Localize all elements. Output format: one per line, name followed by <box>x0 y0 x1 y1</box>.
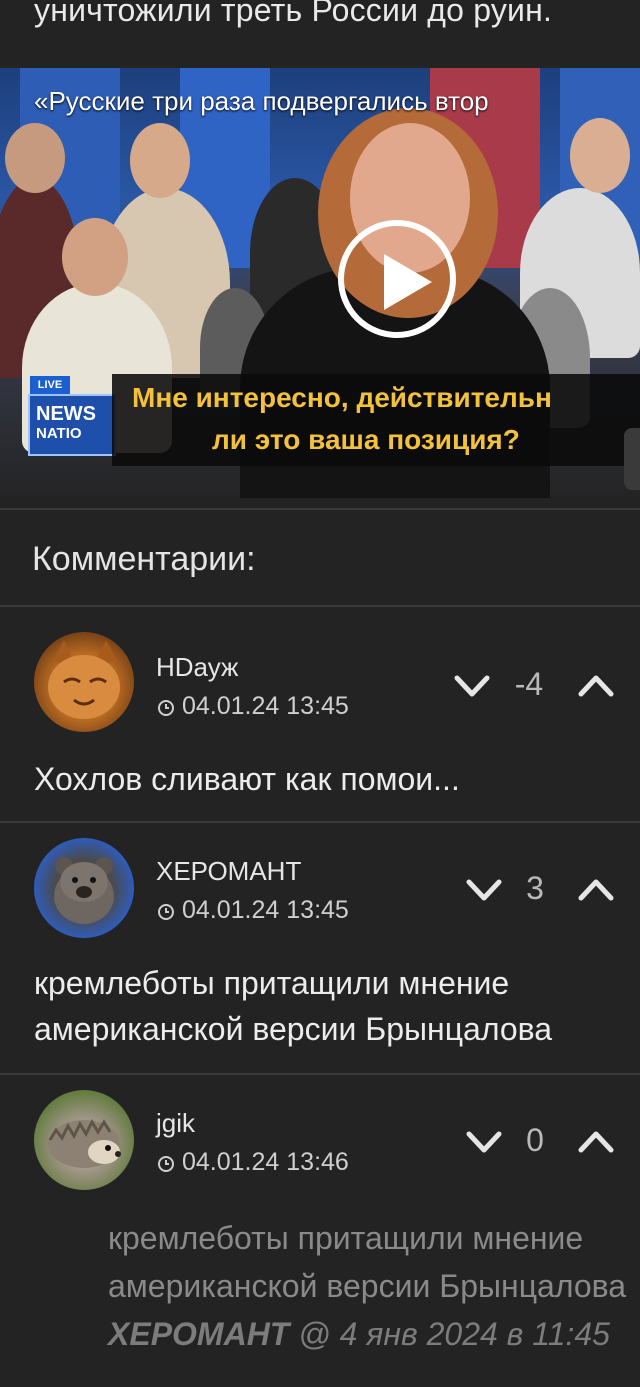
comment-username[interactable]: jgik <box>156 1108 195 1139</box>
wombat-icon <box>54 857 114 924</box>
comment-item: ХЕРОМАНТ 04.01.24 13:45 3 кремлеботы при… <box>0 822 640 1072</box>
divider <box>0 508 640 510</box>
video-player[interactable]: «Русские три раза подвергались втор LIVE… <box>0 68 640 498</box>
quote-line: американской версии Брынцалова <box>108 1268 627 1304</box>
subtitle-line-2: ли это ваша позиция? <box>212 424 520 455</box>
comment-item: HDауж 04.01.24 13:45 -4 Хохлов сливают к… <box>0 606 640 821</box>
comment-score: -4 <box>514 666 544 702</box>
quote-attribution: ХЕРОМАНТ @ 4 янв 2024 в 11:45 <box>108 1310 626 1358</box>
vote-down-icon[interactable] <box>466 1130 502 1154</box>
comment-score: 3 <box>526 870 544 906</box>
subtitle-box: Мне интересно, действительн ли это ваша … <box>112 374 640 466</box>
timestamp-text: 04.01.24 13:45 <box>182 692 349 720</box>
clock-icon <box>158 904 174 920</box>
vote-up-icon[interactable] <box>578 878 614 902</box>
comment-username[interactable]: HDауж <box>156 652 238 683</box>
vote-up-icon[interactable] <box>578 674 614 698</box>
hedgehog-icon <box>48 1118 121 1168</box>
audience-head <box>5 123 65 193</box>
live-badge: LIVE <box>30 376 70 394</box>
comment-score: 0 <box>526 1122 544 1158</box>
orange-cat-avatar[interactable] <box>34 632 134 732</box>
vote-down-icon[interactable] <box>466 878 502 902</box>
vote-down-icon[interactable] <box>454 674 490 698</box>
wombat-avatar[interactable] <box>34 838 134 938</box>
play-icon[interactable] <box>338 220 456 338</box>
comments-title: Комментарии: <box>32 540 256 578</box>
comment-body-line: кремлеботы притащили мнение <box>34 965 510 1001</box>
vote-up-icon[interactable] <box>578 1130 614 1154</box>
news-nation-logo: NEWS NATIO <box>28 394 116 456</box>
clock-icon <box>158 1156 174 1172</box>
logo-line: NEWS <box>36 403 96 425</box>
comment-timestamp: 04.01.24 13:46 <box>158 1148 349 1177</box>
quote-line: кремлеботы притащили мнение <box>108 1220 584 1256</box>
cat-icon <box>48 640 120 719</box>
article-text-tail: уничтожили треть России до руин. <box>34 0 553 28</box>
clock-icon <box>158 700 174 716</box>
subtitle-line-1: Мне интересно, действительн <box>132 382 552 413</box>
logo-line: NATIO <box>36 425 82 442</box>
quote-author-name[interactable]: ХЕРОМАНТ <box>108 1316 289 1352</box>
side-panel-handle[interactable] <box>624 428 640 490</box>
comment-item: jgik 04.01.24 13:46 0 кремлеботы притащи… <box>0 1074 640 1387</box>
comment-body-line: американской версии Брынцалова <box>34 1011 553 1047</box>
audience-head <box>130 123 190 198</box>
timestamp-text: 04.01.24 13:45 <box>182 896 349 924</box>
comment-timestamp: 04.01.24 13:45 <box>158 692 349 721</box>
audience-head <box>570 118 630 193</box>
hedgehog-avatar[interactable] <box>34 1090 134 1190</box>
comment-body: Хохлов сливают как помои... <box>34 761 460 797</box>
audience-head <box>62 218 128 296</box>
comment-username[interactable]: ХЕРОМАНТ <box>156 856 301 887</box>
comment-timestamp: 04.01.24 13:45 <box>158 896 349 925</box>
comment-body: кремлеботы притащили мнение американской… <box>34 960 552 1052</box>
quoted-comment: кремлеботы притащили мнение американской… <box>108 1214 626 1358</box>
video-title-overlay: «Русские три раза подвергались втор <box>34 86 489 116</box>
quote-meta: @ 4 янв 2024 в 11:45 <box>298 1316 610 1352</box>
timestamp-text: 04.01.24 13:46 <box>182 1148 349 1176</box>
